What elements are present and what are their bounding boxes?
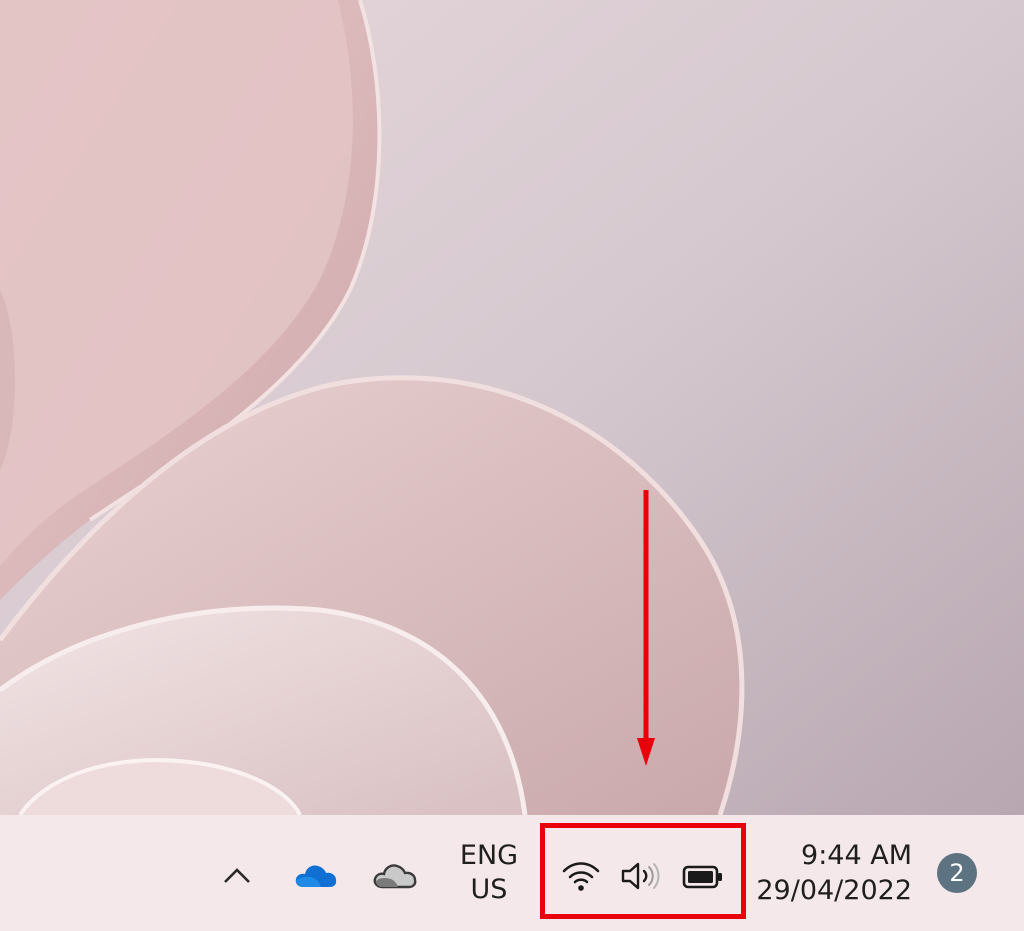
cloud-icon [373, 864, 417, 889]
wallpaper-bloom [0, 0, 1024, 815]
clock-button[interactable]: 9:44 AM 29/04/2022 [752, 837, 912, 909]
taskbar: ENG US 9:44 AM 29/04/2022 2 [0, 815, 1024, 931]
volume-icon [618, 858, 664, 894]
wifi-icon [560, 858, 602, 894]
chevron-up-icon [224, 868, 250, 883]
language-code: ENG [459, 840, 519, 871]
clock-time: 9:44 AM [801, 840, 912, 871]
keyboard-layout: US [470, 874, 508, 905]
notification-center-button[interactable]: 2 [934, 850, 980, 896]
show-hidden-icons-button[interactable] [214, 855, 260, 895]
input-language-button[interactable]: ENG US [446, 837, 532, 909]
cloud-tray-button[interactable] [368, 855, 424, 895]
battery-icon [679, 860, 727, 894]
onedrive-cloud-icon [295, 865, 337, 887]
quick-settings-button[interactable] [540, 823, 746, 919]
clock-date: 29/04/2022 [756, 875, 912, 906]
onedrive-tray-button[interactable] [290, 855, 342, 895]
desktop: ENG US 9:44 AM 29/04/2022 2 [0, 0, 1024, 931]
notification-count-badge: 2 [937, 853, 977, 893]
